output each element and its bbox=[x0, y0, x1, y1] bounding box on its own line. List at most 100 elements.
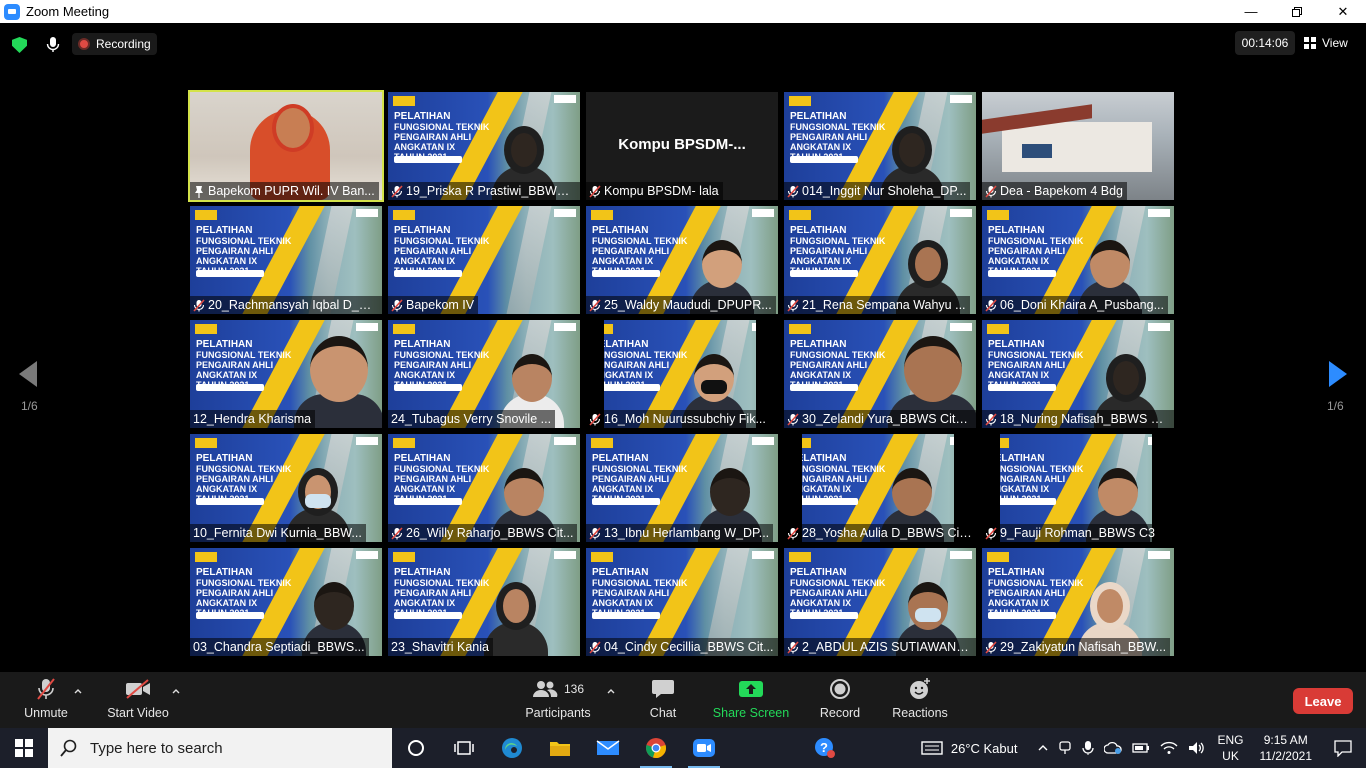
participant-video-tile[interactable]: PELATIHAN FUNGSIONAL TEKNIK PENGAIRAN AHL… bbox=[190, 434, 382, 542]
minimize-button[interactable]: — bbox=[1228, 0, 1274, 23]
participant-figure bbox=[484, 556, 548, 656]
participant-video-tile[interactable]: PELATIHAN FUNGSIONAL TEKNIK PENGAIRAN AHL… bbox=[982, 434, 1174, 542]
zoom-app-icon bbox=[4, 3, 20, 20]
participant-video-tile[interactable]: PELATIHAN FUNGSIONAL TEKNIK PENGAIRAN AHL… bbox=[784, 92, 976, 200]
show-hidden-icons-chevron-icon[interactable] bbox=[1038, 743, 1048, 753]
pupr-logo-icon bbox=[393, 552, 415, 562]
task-view-icon bbox=[454, 741, 474, 755]
participant-video-tile[interactable]: PELATIHAN FUNGSIONAL TEKNIK PENGAIRAN AHL… bbox=[388, 434, 580, 542]
participant-name-label: 12_Hendra Kharisma bbox=[190, 410, 316, 428]
participant-video-tile[interactable]: PELATIHAN FUNGSIONAL TEKNIK PENGAIRAN AHL… bbox=[190, 320, 382, 428]
participant-video-tile[interactable]: Kompu BPSDM-... Kompu BPSDM- lala bbox=[586, 92, 778, 200]
share-screen-button[interactable]: Share Screen bbox=[711, 672, 791, 728]
banner-subtitle: FUNGSIONAL TEKNIK PENGAIRAN AHLI bbox=[592, 464, 688, 484]
muted-mic-icon bbox=[787, 526, 799, 540]
participant-video-tile[interactable]: PELATIHAN FUNGSIONAL TEKNIK PENGAIRAN AHL… bbox=[586, 548, 778, 656]
grid-view-icon bbox=[1304, 37, 1316, 49]
taskbar-clock[interactable]: 9:15 AM 11/2/2021 bbox=[1250, 732, 1323, 764]
edge-taskbar-button[interactable] bbox=[488, 728, 536, 768]
mail-taskbar-button[interactable] bbox=[584, 728, 632, 768]
security-shield-icon[interactable] bbox=[12, 37, 27, 53]
task-view-button[interactable] bbox=[392, 728, 440, 768]
participant-video-tile[interactable]: PELATIHAN FUNGSIONAL TEKNIK PENGAIRAN AHL… bbox=[190, 548, 382, 656]
participant-name: 13_Ibnu Herlambang W_DP... bbox=[604, 526, 770, 540]
pin-icon bbox=[195, 185, 203, 198]
unmute-button[interactable]: Unmute bbox=[6, 672, 86, 728]
banner-subtitle: FUNGSIONAL TEKNIK PENGAIRAN AHLI bbox=[394, 350, 490, 370]
participant-name: 16_Moh Nuurussubchiy Fik... bbox=[604, 412, 766, 426]
notification-center-button[interactable] bbox=[1322, 739, 1366, 757]
participant-video-tile[interactable]: PELATIHAN FUNGSIONAL TEKNIK PENGAIRAN AHL… bbox=[388, 206, 580, 314]
pupr-logo-icon bbox=[195, 552, 217, 562]
camera-tray-icon[interactable] bbox=[1058, 740, 1072, 756]
chat-button[interactable]: Chat bbox=[623, 672, 703, 728]
banner-title: PELATIHAN bbox=[394, 339, 451, 350]
meeting-timer: 00:14:06 bbox=[1235, 31, 1295, 55]
banner-batch: ANGKATAN IX bbox=[592, 598, 654, 608]
video-options-caret-icon[interactable] bbox=[171, 686, 181, 696]
participant-video-tile[interactable]: PELATIHAN FUNGSIONAL TEKNIK PENGAIRAN AHL… bbox=[586, 434, 778, 542]
camera-off-icon bbox=[126, 679, 150, 699]
participant-video-tile[interactable]: PELATIHAN FUNGSIONAL TEKNIK PENGAIRAN AHL… bbox=[784, 320, 976, 428]
close-button[interactable]: ✕ bbox=[1320, 0, 1366, 23]
maximize-button[interactable] bbox=[1274, 0, 1320, 23]
tray-icons bbox=[1022, 740, 1211, 756]
participant-video-tile[interactable]: PELATIHAN FUNGSIONAL TEKNIK PENGAIRAN AHL… bbox=[784, 548, 976, 656]
start-video-button[interactable]: Start Video bbox=[98, 672, 178, 728]
taskbar-search-box[interactable]: Type here to search bbox=[48, 728, 392, 768]
recording-dot-icon bbox=[78, 38, 90, 50]
view-button[interactable]: View bbox=[1304, 31, 1348, 55]
participant-video-tile[interactable]: PELATIHAN FUNGSIONAL TEKNIK PENGAIRAN AHL… bbox=[190, 206, 382, 314]
weather-widget[interactable]: 26°C Kabut bbox=[841, 740, 1023, 756]
audio-indicator-icon[interactable] bbox=[44, 35, 62, 53]
pupr-logo-icon bbox=[591, 552, 613, 562]
page-indicator-left: 1/6 bbox=[21, 399, 38, 413]
next-page-arrow-icon[interactable] bbox=[1329, 361, 1347, 387]
participant-video-tile[interactable]: PELATIHAN FUNGSIONAL TEKNIK PENGAIRAN AHL… bbox=[388, 320, 580, 428]
participants-options-caret-icon[interactable] bbox=[606, 686, 616, 696]
help-tray-item[interactable]: ? bbox=[809, 737, 841, 759]
leave-button[interactable]: Leave bbox=[1293, 688, 1353, 714]
participants-button[interactable]: 136 Participants bbox=[518, 672, 598, 728]
task-view-icon-button[interactable] bbox=[440, 728, 488, 768]
participant-video-tile[interactable]: PELATIHAN FUNGSIONAL TEKNIK PENGAIRAN AHL… bbox=[784, 206, 976, 314]
participant-video-tile[interactable]: PELATIHAN FUNGSIONAL TEKNIK PENGAIRAN AHL… bbox=[388, 548, 580, 656]
participant-video-tile[interactable]: PELATIHAN FUNGSIONAL TEKNIK PENGAIRAN AHL… bbox=[982, 206, 1174, 314]
record-label: Record bbox=[819, 706, 861, 720]
audio-options-caret-icon[interactable] bbox=[73, 686, 83, 696]
file-explorer-taskbar-button[interactable] bbox=[536, 728, 584, 768]
zoom-taskbar-button[interactable] bbox=[680, 728, 728, 768]
pupr-logo-icon bbox=[987, 210, 1009, 220]
participant-video-tile[interactable]: Dea - Bapekom 4 Bdg bbox=[982, 92, 1174, 200]
participant-video-tile[interactable]: PELATIHAN FUNGSIONAL TEKNIK PENGAIRAN AHL… bbox=[982, 320, 1174, 428]
participant-name-label: 16_Moh Nuurussubchiy Fik... bbox=[586, 410, 770, 428]
reactions-button[interactable]: Reactions bbox=[880, 672, 960, 728]
banner-subtitle: FUNGSIONAL TEKNIK PENGAIRAN AHLI bbox=[196, 578, 292, 598]
participant-video-tile[interactable]: PELATIHAN FUNGSIONAL TEKNIK PENGAIRAN AHL… bbox=[586, 320, 778, 428]
language-indicator[interactable]: ENG UK bbox=[1211, 732, 1249, 764]
participant-video-tile[interactable]: PELATIHAN FUNGSIONAL TEKNIK PENGAIRAN AHL… bbox=[586, 206, 778, 314]
banner-date-strip bbox=[592, 498, 660, 505]
recording-indicator[interactable]: Recording bbox=[72, 33, 157, 55]
cloud-sync-icon[interactable] bbox=[1104, 741, 1123, 755]
participant-video-tile[interactable]: Bapekom PUPR Wil. IV Ban... bbox=[188, 90, 384, 202]
start-button[interactable] bbox=[0, 728, 48, 768]
microphone-tray-icon[interactable] bbox=[1082, 740, 1095, 756]
previous-page-arrow-icon[interactable] bbox=[19, 361, 37, 387]
chrome-browser-icon bbox=[646, 738, 666, 758]
view-label: View bbox=[1322, 36, 1348, 50]
participant-video-tile[interactable]: PELATIHAN FUNGSIONAL TEKNIK PENGAIRAN AHL… bbox=[784, 434, 976, 542]
muted-mic-icon bbox=[391, 526, 403, 540]
volume-icon[interactable] bbox=[1188, 741, 1206, 755]
banner-batch: ANGKATAN IX bbox=[790, 598, 852, 608]
record-button[interactable]: Record bbox=[800, 672, 880, 728]
participant-video-tile[interactable]: PELATIHAN FUNGSIONAL TEKNIK PENGAIRAN AHL… bbox=[388, 92, 580, 200]
participant-name: Bapekom PUPR Wil. IV Ban... bbox=[208, 184, 375, 198]
participant-video-tile[interactable]: PELATIHAN FUNGSIONAL TEKNIK PENGAIRAN AHL… bbox=[982, 548, 1174, 656]
battery-icon[interactable] bbox=[1132, 742, 1150, 754]
bpsdm-logo-icon bbox=[554, 95, 576, 103]
chrome-taskbar-button[interactable] bbox=[632, 728, 680, 768]
wifi-icon[interactable] bbox=[1160, 741, 1178, 755]
microphone-muted-icon bbox=[37, 678, 55, 700]
banner-date-strip bbox=[790, 384, 858, 391]
